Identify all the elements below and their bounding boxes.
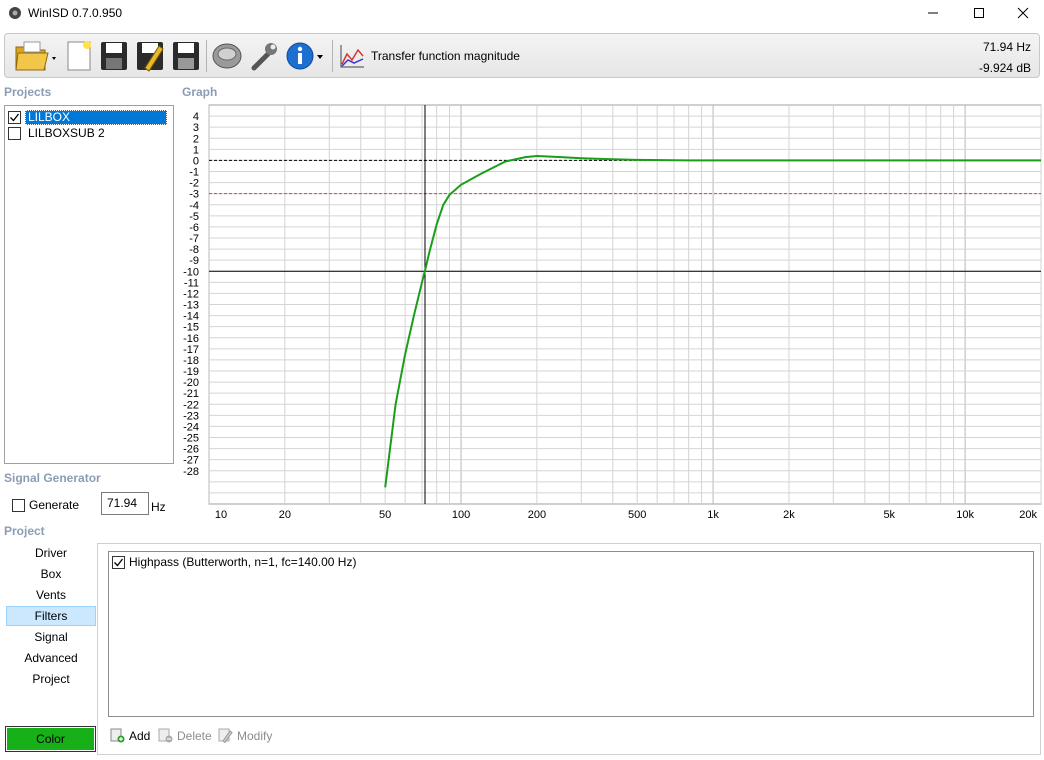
speaker-icon <box>212 43 242 69</box>
frequency-input[interactable]: 71.94 <box>101 492 149 515</box>
wrench-icon <box>251 43 277 71</box>
add-filter-button[interactable]: Add <box>110 728 150 743</box>
nav-signal[interactable]: Signal <box>6 627 96 647</box>
project-checkbox[interactable] <box>8 126 21 140</box>
toolbar-separator <box>206 40 207 72</box>
generate-label: Generate <box>29 498 80 512</box>
frequency-unit: Hz <box>151 500 166 514</box>
x-tick-label: 50 <box>379 509 391 521</box>
transfer-function-chart[interactable]: 43210-1-2-3-4-5-6-7-8-9-10-11-12-13-14-1… <box>177 104 1043 524</box>
driver-editor-button[interactable] <box>209 38 245 74</box>
toolbar-separator <box>332 40 333 72</box>
filter-checkbox[interactable] <box>112 555 125 569</box>
save-all-button[interactable] <box>169 38 203 74</box>
options-button[interactable] <box>247 38 281 74</box>
x-tick-label: 2k <box>783 509 795 521</box>
app-icon <box>9 7 21 19</box>
save-all-icon <box>173 42 199 70</box>
close-button[interactable] <box>1000 0 1044 26</box>
minimize-button[interactable] <box>910 0 956 26</box>
filter-item[interactable]: Highpass (Butterworth, n=1, fc=140.00 Hz… <box>112 555 356 569</box>
projects-list[interactable]: LILBOX LILBOXSUB 2 <box>4 105 174 464</box>
delete-filter-label: Delete <box>177 728 212 743</box>
graph-panel[interactable]: 4 3 2 1 0 -1 -2 -3 -4 -5 -6 -7 -8 -9 -10 -11 -12 -13 -14 -1… <box>177 104 1043 524</box>
add-filter-label: Add <box>129 728 151 743</box>
nav-vents[interactable]: Vents <box>6 585 96 605</box>
y-tick-label: -28 <box>183 466 199 478</box>
minimize-icon <box>928 12 938 14</box>
generate-option[interactable]: Generate <box>12 498 79 512</box>
toolbar: Transfer function magnitude 71.94 Hz -9.… <box>4 33 1040 78</box>
checkmark-icon <box>10 113 20 121</box>
x-tick-label: 100 <box>452 509 470 521</box>
nav-driver[interactable]: Driver <box>6 543 96 563</box>
x-tick-label: 500 <box>628 509 646 521</box>
projects-label: Projects <box>4 85 52 99</box>
x-tick-label: 10k <box>956 509 974 521</box>
modify-filter-button[interactable]: Modify <box>218 728 272 743</box>
generate-checkbox[interactable] <box>12 498 25 512</box>
window-title: WinISD 0.7.0.950 <box>28 6 123 20</box>
modify-icon <box>218 728 233 743</box>
chart-icon <box>340 45 364 68</box>
graph-type-button[interactable] <box>337 38 367 74</box>
maximize-icon <box>974 8 984 18</box>
signal-generator-label: Signal Generator <box>4 471 101 485</box>
nav-advanced[interactable]: Advanced <box>6 648 96 668</box>
graph-label: Graph <box>182 85 218 99</box>
save-edit-icon <box>137 42 164 72</box>
nav-box[interactable]: Box <box>6 564 96 584</box>
add-icon <box>110 728 125 743</box>
project-item-lilboxsub2[interactable]: LILBOXSUB 2 <box>8 125 108 141</box>
x-tick-label: 5k <box>883 509 895 521</box>
filter-description: Highpass (Butterworth, n=1, fc=140.00 Hz… <box>129 555 357 569</box>
color-button-label: Color <box>7 728 94 750</box>
delete-icon <box>158 728 173 743</box>
x-tick-label: 20k <box>1019 509 1037 521</box>
graph-type-label: Transfer function magnitude <box>371 49 520 63</box>
project-name: LILBOXSUB 2 <box>28 125 105 140</box>
folder-open-icon <box>15 41 56 71</box>
close-icon <box>1017 7 1029 19</box>
project-item-lilbox[interactable]: LILBOX <box>8 109 167 125</box>
checkmark-icon <box>114 558 124 566</box>
x-tick-label: 1k <box>707 509 719 521</box>
filters-list[interactable]: Highpass (Butterworth, n=1, fc=140.00 Hz… <box>108 551 1034 717</box>
x-tick-label: 200 <box>528 509 546 521</box>
about-button[interactable] <box>283 38 327 74</box>
info-icon <box>286 42 323 70</box>
project-section-label: Project <box>4 524 45 538</box>
delete-filter-button[interactable]: Delete <box>158 728 212 743</box>
readout-frequency: 71.94 Hz <box>982 40 1031 54</box>
maximize-button[interactable] <box>956 0 1002 26</box>
x-tick-label: 20 <box>279 509 291 521</box>
modify-filter-label: Modify <box>237 728 273 743</box>
title-bar: WinISD 0.7.0.950 <box>0 0 1044 26</box>
project-checkbox[interactable] <box>8 110 21 124</box>
filters-panel: Highpass (Butterworth, n=1, fc=140.00 Hz… <box>97 543 1041 755</box>
nav-project[interactable]: Project <box>6 669 96 689</box>
save-button[interactable] <box>97 38 131 74</box>
save-icon <box>101 42 127 70</box>
save-as-button[interactable] <box>133 38 167 74</box>
x-tick-label: 10 <box>215 509 227 521</box>
project-name: LILBOX <box>25 109 167 125</box>
color-button[interactable]: Color <box>5 726 96 752</box>
nav-filters[interactable]: Filters <box>6 606 96 626</box>
open-project-button[interactable] <box>11 38 61 74</box>
new-document-icon <box>67 41 91 71</box>
new-project-button[interactable] <box>63 38 95 74</box>
readout-magnitude: -9.924 dB <box>978 61 1031 75</box>
